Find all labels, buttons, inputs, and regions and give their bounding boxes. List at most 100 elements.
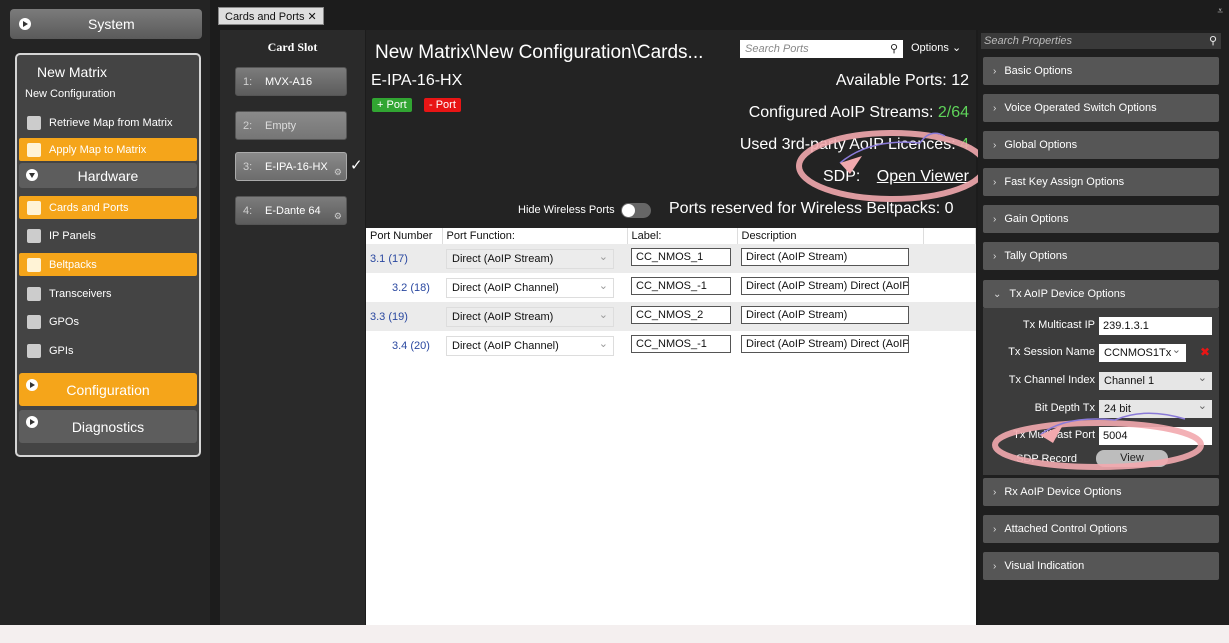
page-title: New Matrix\New Configuration\Cards...	[375, 42, 704, 63]
close-icon[interactable]: ✕	[308, 11, 317, 23]
overflow-icon[interactable]: ⩡	[1217, 6, 1223, 17]
section-label: Tx AoIP Device Options	[1009, 288, 1126, 300]
add-port-label: + Port	[372, 98, 412, 112]
section-label: Fast Key Assign Options	[1004, 176, 1125, 188]
sidebar-item-cards-and-ports[interactable]: Cards and Ports	[19, 196, 197, 219]
status-bar	[0, 625, 1229, 643]
chevron-right-icon: ›	[993, 486, 997, 498]
card-slot-3[interactable]: 3: E-IPA-16-HX ⚙	[235, 152, 347, 181]
card-slot-name: MVX-A16	[265, 75, 313, 88]
gear-icon: ⚙	[333, 167, 342, 177]
description-input[interactable]: Direct (AoIP Stream)	[741, 306, 909, 324]
tab-cards-and-ports[interactable]: Cards and Ports ✕	[218, 7, 324, 25]
sidebar-item-gpis[interactable]: GPIs	[19, 339, 197, 362]
section-tx-aoip-options[interactable]: ⌄ Tx AoIP Device Options	[983, 280, 1219, 308]
port-function-dropdown[interactable]: Direct (AoIP Stream)	[446, 306, 614, 327]
section-fast-key-options[interactable]: › Fast Key Assign Options	[983, 168, 1219, 196]
section-attached-control-options[interactable]: › Attached Control Options	[983, 515, 1219, 543]
label-input[interactable]: CC_NMOS_2	[631, 306, 731, 324]
section-label: Gain Options	[1004, 213, 1069, 225]
checkmark-icon: ✓	[350, 157, 363, 174]
column-header-spacer	[923, 228, 976, 244]
matrix-title: New Matrix	[37, 64, 108, 80]
port-number: 3.3 (19)	[370, 310, 408, 323]
port-number: 3.4 (20)	[392, 339, 430, 352]
available-ports-label: Available Ports:	[835, 72, 947, 89]
section-global-options[interactable]: › Global Options	[983, 131, 1219, 159]
sidebar-item-transceivers[interactable]: Transceivers	[19, 282, 197, 305]
port-function-dropdown[interactable]: Direct (AoIP Stream)	[446, 248, 614, 269]
search-icon: ⚲	[1208, 35, 1217, 47]
search-ports-input[interactable]: Search Ports ⚲	[740, 40, 903, 58]
table-row[interactable]: 3.2 (18) Direct (AoIP Channel) CC_NMOS_-…	[366, 273, 976, 302]
tx-session-name-dropdown[interactable]: CCNMOS1Tx	[1099, 341, 1186, 362]
diagnostics-group-header[interactable]: Diagnostics	[19, 410, 197, 443]
properties-panel: Search Properties ⚲ › Basic Options › Vo…	[978, 30, 1229, 625]
section-rx-aoip-options[interactable]: › Rx AoIP Device Options	[983, 478, 1219, 506]
label-input[interactable]: CC_NMOS_-1	[631, 335, 731, 353]
table-row[interactable]: 3.1 (17) Direct (AoIP Stream) CC_NMOS_1 …	[366, 244, 976, 273]
card-slot-name: Empty	[265, 119, 297, 132]
apply-map-button[interactable]: Apply Map to Matrix	[19, 138, 197, 161]
column-header[interactable]: Port Function:	[442, 228, 628, 244]
sidebar-item-beltpacks[interactable]: Beltpacks	[19, 253, 197, 276]
port-number: 3.1 (17)	[370, 252, 408, 265]
card-slot-header: Card Slot	[267, 40, 318, 54]
tx-session-name-label: Tx Session Name	[1008, 346, 1095, 358]
hide-wireless-toggle[interactable]	[621, 203, 651, 218]
matrix-subtitle: New Configuration	[25, 88, 116, 100]
label-input[interactable]: CC_NMOS_-1	[631, 277, 731, 295]
section-label: Visual Indication	[1004, 560, 1085, 572]
tab-bar: Cards and Ports ✕ ⩡	[215, 3, 1229, 27]
hardware-group-header[interactable]: Hardware	[19, 163, 197, 188]
port-function-dropdown[interactable]: Direct (AoIP Channel)	[446, 277, 614, 298]
section-label: Voice Operated Switch Options	[1004, 102, 1157, 114]
remove-port-button[interactable]: - Port	[424, 98, 461, 112]
search-properties-input[interactable]: Search Properties ⚲	[981, 33, 1221, 49]
column-header[interactable]: Port Number	[366, 228, 443, 244]
description-input[interactable]: Direct (AoIP Stream) Direct (AoIP	[741, 277, 909, 295]
options-menu[interactable]: Options ⌄	[911, 41, 961, 54]
section-vox-options[interactable]: › Voice Operated Switch Options	[983, 94, 1219, 122]
section-visual-indication[interactable]: › Visual Indication	[983, 552, 1219, 580]
add-port-button[interactable]: + Port	[372, 98, 412, 112]
port-function-cell: Direct (AoIP Stream)	[442, 244, 627, 273]
row-spacer	[923, 244, 976, 273]
label-cell: CC_NMOS_2	[627, 302, 737, 331]
antenna-icon	[27, 286, 41, 301]
table-row[interactable]: 3.3 (19) Direct (AoIP Stream) CC_NMOS_2 …	[366, 302, 976, 331]
card-slot-1[interactable]: 1: MVX-A16	[235, 67, 347, 96]
available-ports-value: 12	[951, 72, 969, 89]
chevron-down-icon: ⌄	[993, 288, 1002, 300]
tx-multicast-ip-input[interactable]: 239.1.3.1	[1099, 317, 1212, 335]
sidebar-item-gpos[interactable]: GPOs	[19, 310, 197, 333]
section-tally-options[interactable]: › Tally Options	[983, 242, 1219, 270]
tx-channel-index-dropdown[interactable]: Channel 1	[1099, 369, 1212, 390]
collapse-icon	[26, 169, 38, 181]
description-input[interactable]: Direct (AoIP Stream)	[741, 248, 909, 266]
retrieve-map-button[interactable]: Retrieve Map from Matrix	[19, 111, 197, 134]
configuration-group-header[interactable]: Configuration	[19, 373, 197, 406]
port-function-dropdown[interactable]: Direct (AoIP Channel)	[446, 335, 614, 356]
ports-table: Port Number Port Function: Label: Descri…	[366, 228, 976, 360]
card-slot-2[interactable]: 2: Empty	[235, 111, 347, 140]
headset-icon	[27, 257, 41, 272]
description-input[interactable]: Direct (AoIP Stream) Direct (AoIP	[741, 335, 909, 353]
chevron-right-icon: ›	[993, 213, 997, 225]
tab-label: Cards and Ports	[225, 11, 305, 23]
card-slot-4[interactable]: 4: E-Dante 64 ⚙	[235, 196, 347, 225]
sidebar-item-ip-panels[interactable]: IP Panels	[19, 224, 197, 247]
sidebar-item-label: Cards and Ports	[49, 201, 129, 214]
clear-icon[interactable]: ✖	[1200, 345, 1210, 359]
left-sidebar: System New Matrix New Configuration Retr…	[0, 0, 210, 643]
card-slot-number: 4:	[243, 204, 253, 217]
system-header[interactable]: System	[10, 9, 202, 39]
section-basic-options[interactable]: › Basic Options	[983, 57, 1219, 85]
column-header[interactable]: Description	[737, 228, 924, 244]
diagnostics-label: Diagnostics	[71, 418, 145, 435]
label-input[interactable]: CC_NMOS_1	[631, 248, 731, 266]
section-gain-options[interactable]: › Gain Options	[983, 205, 1219, 233]
gpo-icon	[27, 314, 41, 329]
table-row[interactable]: 3.4 (20) Direct (AoIP Channel) CC_NMOS_-…	[366, 331, 976, 360]
column-header[interactable]: Label:	[627, 228, 738, 244]
